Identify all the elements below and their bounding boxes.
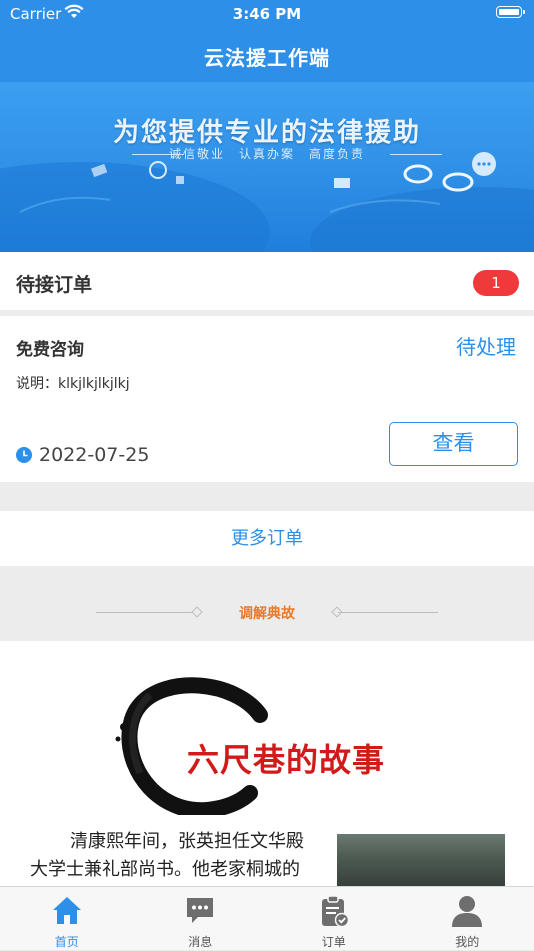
banner[interactable]: 为您提供专业的法律援助 诚信敬业 认真办案 高度负责	[0, 82, 534, 252]
navigation-bar: Carrier 3:46 PM 云法援工作端	[0, 0, 534, 82]
tab-label: 我的	[401, 933, 534, 950]
tab-orders[interactable]: 订单	[267, 887, 401, 951]
order-date: 2022-07-25	[39, 444, 149, 466]
clipboard-icon	[318, 894, 350, 928]
pending-count-badge: 1	[473, 270, 519, 296]
section-title: 调解典故	[0, 603, 534, 623]
order-type: 免费咨询	[16, 335, 84, 360]
home-icon	[51, 894, 83, 926]
tab-messages[interactable]: 消息	[134, 887, 268, 951]
user-icon	[451, 894, 483, 928]
story-title: 六尺巷的故事	[187, 735, 385, 781]
order-description: 说明：klkjlkjlkjlkj	[16, 373, 130, 393]
order-card[interactable]: 免费咨询 待处理 说明：klkjlkjlkjlkj 2022-07-25 查看	[0, 316, 534, 482]
story-article[interactable]: 六尺巷的故事 清康熙年间，张英担任文华殿大学士兼礼部尚书。他老家桐城的官邸与吴家…	[0, 641, 534, 886]
view-order-button[interactable]: 查看	[389, 422, 518, 466]
tab-label: 订单	[267, 933, 401, 950]
story-photo	[337, 834, 505, 886]
story-text: 清康熙年间，张英担任文华殿大学士兼礼部尚书。他老家桐城的官邸与吴家为邻	[30, 828, 315, 886]
banner-illustration	[0, 82, 534, 252]
banner-subline: 诚信敬业 认真办案 高度负责	[0, 145, 534, 162]
tab-home[interactable]: 首页	[0, 887, 134, 951]
message-icon	[184, 894, 216, 926]
more-orders-link[interactable]: 更多订单	[0, 511, 534, 566]
tab-bar: 首页 消息 订单 我的	[0, 886, 534, 950]
banner-headline: 为您提供专业的法律援助	[0, 112, 534, 149]
status-time: 3:46 PM	[0, 5, 534, 23]
tab-label: 消息	[134, 933, 268, 950]
battery-icon	[496, 6, 522, 18]
tab-profile[interactable]: 我的	[401, 887, 534, 951]
tab-label: 首页	[0, 933, 134, 950]
clock-icon	[16, 447, 32, 463]
page-title: 云法援工作端	[0, 42, 534, 71]
pending-orders-title: 待接订单	[16, 270, 92, 297]
order-status: 待处理	[456, 331, 516, 360]
pending-orders-header: 待接订单	[0, 252, 534, 310]
